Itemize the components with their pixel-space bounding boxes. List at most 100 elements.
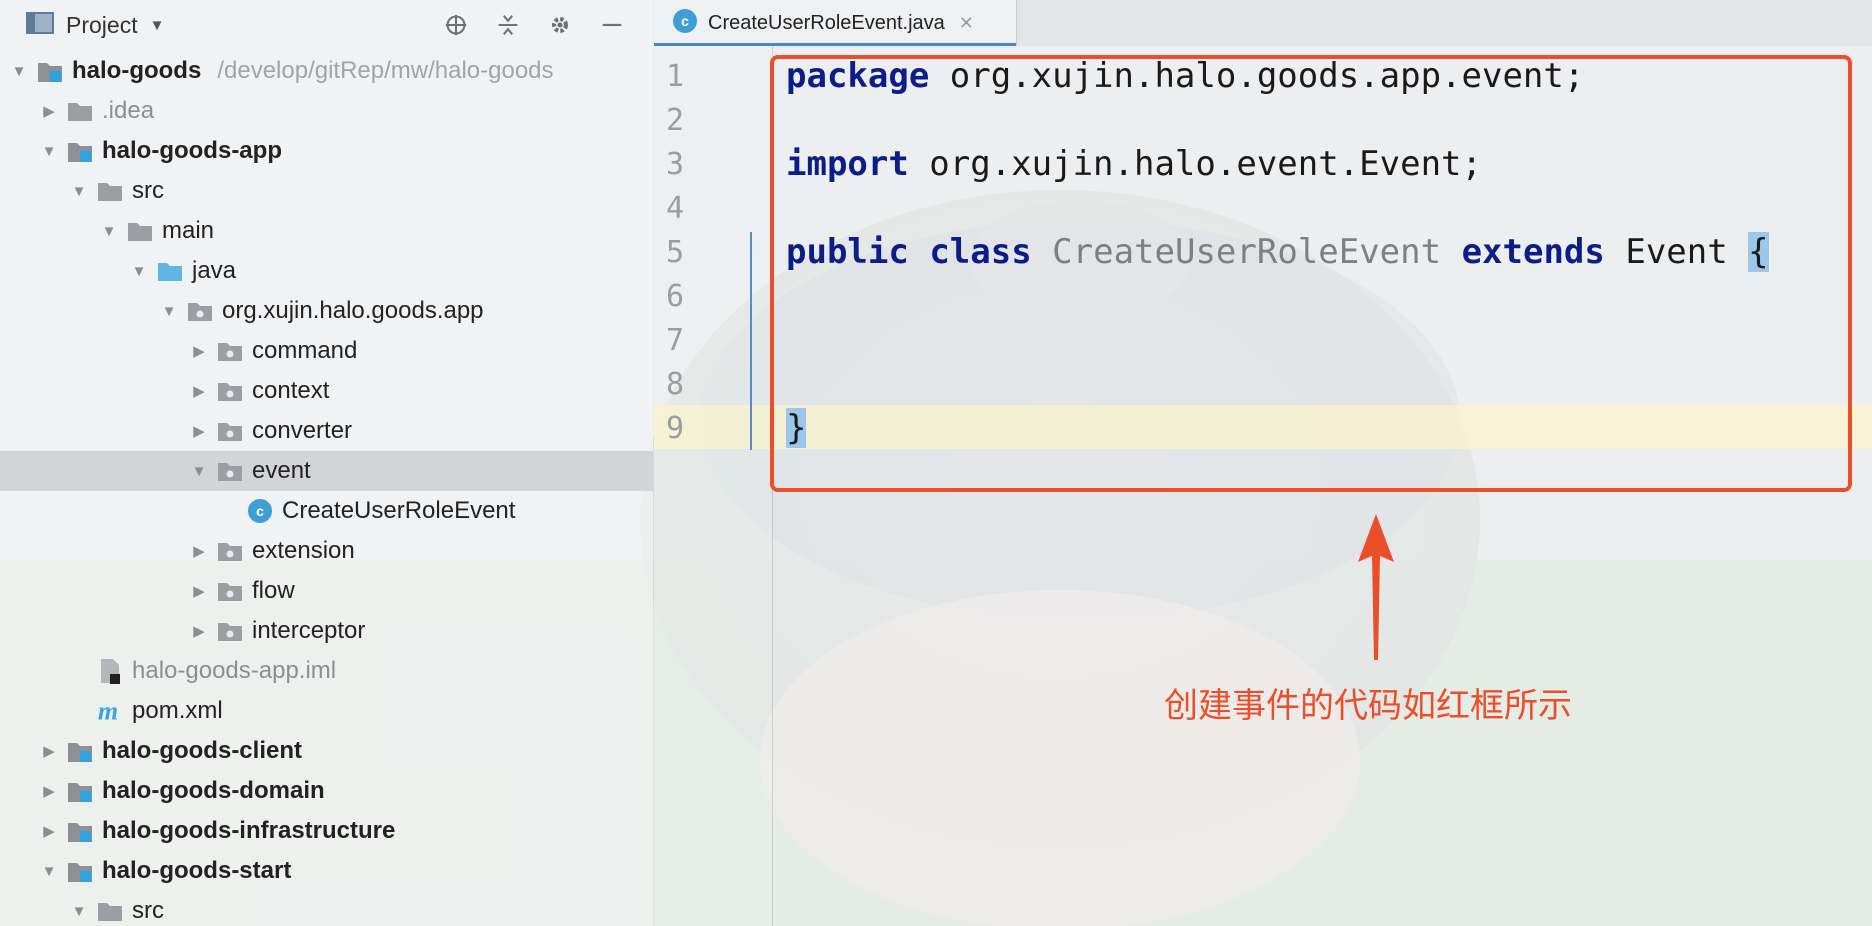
expand-arrow-icon[interactable]: ▼ [98,223,120,240]
line-number: 8 [666,366,685,402]
collapse-arrow-icon[interactable]: ▶ [38,822,60,840]
tree-item-command[interactable]: ▶ command [0,331,653,371]
minimize-icon[interactable] [601,14,623,36]
package-icon [216,539,244,563]
expand-arrow-icon[interactable]: ▼ [38,863,60,880]
code-line[interactable]: 7 [654,318,728,362]
tree-item-halo-goods-start[interactable]: ▼ halo-goods-start [0,851,653,891]
code-line[interactable]: 6 [654,274,728,318]
source-folder-icon [156,259,184,283]
collapse-arrow-icon[interactable]: ▶ [188,342,210,360]
expand-arrow-icon[interactable]: ▼ [158,303,180,320]
annotation-arrow-icon [1358,514,1394,660]
collapse-arrow-icon[interactable]: ▶ [188,382,210,400]
gear-icon[interactable] [549,14,571,36]
collapse-arrow-icon[interactable]: ▶ [188,422,210,440]
tree-item-label: halo-goods-client [102,737,302,764]
expand-arrow-icon[interactable]: ▼ [8,63,30,80]
tree-item-event[interactable]: ▼ event [0,451,653,491]
code-line[interactable]: 3 import org.xujin.halo.event.Event; [654,142,1482,186]
tree-item-halo-goods-domain[interactable]: ▶ halo-goods-domain [0,771,653,811]
tree-item-label: main [162,217,215,244]
expand-arrow-icon[interactable]: ▼ [38,143,60,160]
svg-text:m: m [98,698,118,724]
tree-item-label: extension [252,537,355,564]
folder-icon [96,899,124,923]
tree-item-main[interactable]: ▼ main [0,211,653,251]
locate-file-icon[interactable] [445,14,467,36]
line-number: 3 [666,146,685,182]
tree-item-context[interactable]: ▶ context [0,371,653,411]
expand-arrow-icon[interactable]: ▼ [68,903,90,920]
tree-item-label: halo-goods-domain [102,777,325,804]
expand-arrow-icon[interactable]: ▼ [128,263,150,280]
tree-item-halo-goods-infrastructure[interactable]: ▶ halo-goods-infrastructure [0,811,653,851]
java-class-icon: c [672,8,698,39]
tree-item-label: pom.xml [132,697,223,724]
code-line[interactable]: 1 package org.xujin.halo.goods.app.event; [654,54,1584,98]
tree-item-createuserroleevent[interactable]: c CreateUserRoleEvent [0,491,653,531]
svg-text:c: c [256,503,264,519]
code-line[interactable]: 2 [654,98,728,142]
tab-label: CreateUserRoleEvent.java [708,11,945,34]
tree-item-flow[interactable]: ▶ flow [0,571,653,611]
tree-item-label: event [252,457,311,484]
package-icon [216,459,244,483]
editor-tab-bar: c CreateUserRoleEvent.java ✕ [654,0,1872,46]
tree-item-label: src [132,177,164,204]
project-path: /develop/gitRep/mw/halo-goods [217,57,554,84]
tree-item-label: halo-goods-app.iml [132,657,337,684]
project-panel-title: Project [66,11,138,38]
chevron-down-icon[interactable]: ▼ [150,17,165,34]
tree-item-label: converter [252,417,353,444]
tree-item-label: src [132,897,164,924]
close-icon[interactable]: ✕ [959,13,974,34]
project-window-icon [26,11,54,40]
collapse-arrow-icon[interactable]: ▶ [188,622,210,640]
tree-item-label: halo-goods [72,57,202,84]
tree-item-halo-goods-app-iml[interactable]: halo-goods-app.iml [0,651,653,691]
tree-item-converter[interactable]: ▶ converter [0,411,653,451]
code-line[interactable]: 4 [654,186,728,230]
tree-item-org-xujin-halo-goods-app[interactable]: ▼ org.xujin.halo.goods.app [0,291,653,331]
collapse-arrow-icon[interactable]: ▶ [38,782,60,800]
collapse-arrow-icon[interactable]: ▶ [38,742,60,760]
editor-tab[interactable]: c CreateUserRoleEvent.java ✕ [654,0,1017,46]
expand-arrow-icon[interactable]: ▼ [68,183,90,200]
code-line[interactable]: 9} [654,406,807,450]
project-panel-header: Project ▼ [0,0,653,50]
module-icon [66,779,94,803]
tree-item-halo-goods-app[interactable]: ▼ halo-goods-app [0,131,653,171]
project-tree: ▼ halo-goods/develop/gitRep/mw/halo-goods… [0,51,653,926]
package-icon [216,619,244,643]
svg-text:c: c [681,13,689,29]
tree-item-idea[interactable]: ▶ .idea [0,91,653,131]
tree-item-halo-goods[interactable]: ▼ halo-goods/develop/gitRep/mw/halo-goods [0,51,653,91]
tree-item-src[interactable]: ▼ src [0,891,653,926]
annotation-highlight-box [770,55,1852,492]
tree-item-halo-goods-client[interactable]: ▶ halo-goods-client [0,731,653,771]
java-class-icon: c [246,499,274,523]
collapse-arrow-icon[interactable]: ▶ [38,102,60,120]
collapse-arrow-icon[interactable]: ▶ [188,542,210,560]
package-icon [186,299,214,323]
tree-item-java[interactable]: ▼ java [0,251,653,291]
line-number: 4 [666,190,685,226]
folder-icon [126,219,154,243]
expand-arrow-icon[interactable]: ▼ [188,463,210,480]
project-view-selector[interactable]: Project ▼ [26,11,164,40]
code-line[interactable]: 8 [654,362,728,406]
tree-item-label: flow [252,577,295,604]
collapse-all-icon[interactable] [497,14,519,36]
line-number: 5 [666,234,685,270]
code-lines[interactable]: 1 package org.xujin.halo.goods.app.event;… [654,54,1769,450]
tree-item-extension[interactable]: ▶ extension [0,531,653,571]
folder-icon [96,179,124,203]
folder-icon [66,99,94,123]
tree-item-label: context [252,377,330,404]
tree-item-src[interactable]: ▼ src [0,171,653,211]
code-line[interactable]: 5 public class CreateUserRoleEvent extend… [654,230,1769,274]
collapse-arrow-icon[interactable]: ▶ [188,582,210,600]
tree-item-pom-xml[interactable]: m pom.xml [0,691,653,731]
tree-item-interceptor[interactable]: ▶ interceptor [0,611,653,651]
